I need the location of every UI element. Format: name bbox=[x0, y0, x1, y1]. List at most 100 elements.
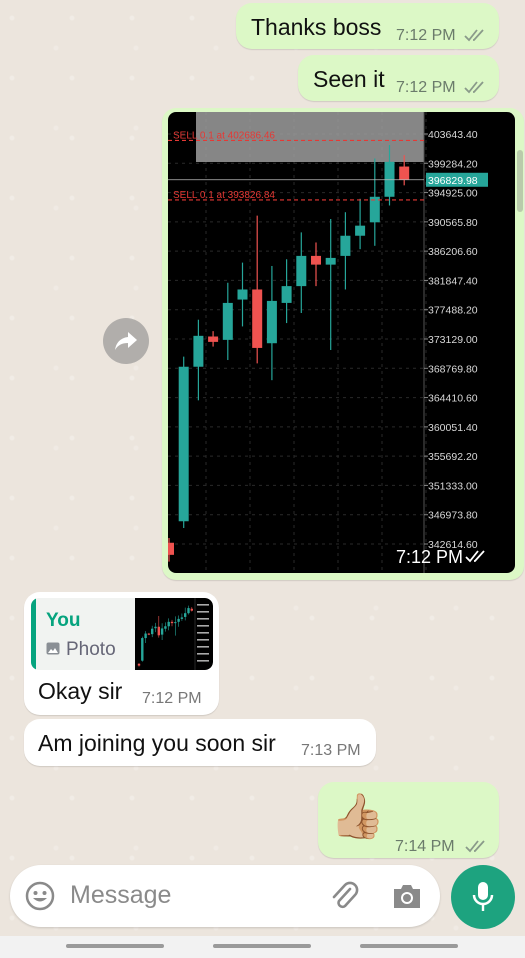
read-receipt-icon bbox=[464, 81, 484, 94]
forward-icon bbox=[115, 332, 137, 350]
thumb-candle bbox=[160, 628, 164, 635]
tick-label: 360051.40 bbox=[428, 422, 478, 434]
thumb-candle bbox=[190, 608, 193, 611]
thumb-candle bbox=[164, 626, 167, 629]
quote-thumbnail bbox=[135, 598, 213, 670]
scrollbar[interactable] bbox=[517, 150, 523, 212]
thumb-candle bbox=[137, 663, 141, 666]
tick-label: 394925.00 bbox=[428, 188, 478, 200]
candle-body bbox=[222, 302, 233, 340]
message-bubble-outgoing[interactable]: 👍🏼 7:14 PM bbox=[318, 782, 499, 858]
tick-label: 386206.60 bbox=[428, 246, 478, 258]
thumb-candle bbox=[170, 621, 174, 624]
message-bubble-outgoing[interactable]: Thanks boss 7:12 PM bbox=[236, 3, 499, 49]
candle-body bbox=[369, 196, 380, 223]
thumb-tick bbox=[197, 653, 209, 655]
message-bubble-outgoing[interactable]: Seen it 7:12 PM bbox=[298, 55, 499, 101]
thumb-candle bbox=[144, 633, 147, 639]
candle-body bbox=[340, 235, 351, 256]
candle-body bbox=[266, 300, 277, 344]
photo-icon bbox=[46, 642, 60, 655]
thumb-candle bbox=[187, 608, 190, 614]
candle-body bbox=[355, 225, 366, 236]
thumb-tick bbox=[197, 646, 209, 648]
quote-accent-bar bbox=[31, 598, 36, 670]
message-bubble-incoming[interactable]: Am joining you soon sir 7:13 PM bbox=[24, 719, 376, 766]
message-time: 7:12 PM bbox=[142, 690, 202, 707]
thumb-candle bbox=[167, 621, 170, 627]
message-time: 7:13 PM bbox=[301, 742, 361, 759]
voice-message-button[interactable] bbox=[451, 865, 515, 929]
candle-body bbox=[281, 286, 292, 303]
thumb-tick bbox=[197, 639, 209, 641]
quote-author: You bbox=[46, 610, 81, 631]
thumb-tick bbox=[197, 604, 209, 606]
candle-body bbox=[311, 255, 321, 265]
thumbs-up-emoji: 👍🏼 bbox=[330, 791, 385, 842]
candlestick-chart: SELL 0.1 at 402686.46 SELL 0.1 at 393826.… bbox=[168, 112, 488, 573]
current-price-label: 396829.98 bbox=[428, 175, 478, 187]
thumb-candle bbox=[157, 626, 160, 636]
emoji-icon[interactable] bbox=[24, 880, 56, 912]
message-time: 7:12 PM bbox=[396, 79, 456, 96]
thumb-candle bbox=[180, 617, 184, 619]
thumb-tick bbox=[197, 611, 209, 613]
nav-pill[interactable] bbox=[213, 944, 311, 948]
tick-label: 355692.20 bbox=[428, 451, 478, 463]
tick-label: 351333.00 bbox=[428, 480, 478, 492]
thumb-candle bbox=[184, 613, 187, 617]
chart-image[interactable]: SELL 0.1 at 402686.46 SELL 0.1 at 393826.… bbox=[168, 112, 515, 573]
nav-pill[interactable] bbox=[360, 944, 458, 948]
tick-label: 364410.60 bbox=[428, 393, 478, 405]
forward-button[interactable] bbox=[103, 318, 149, 364]
candle-body bbox=[296, 255, 307, 287]
microphone-icon bbox=[472, 882, 494, 911]
camera-icon[interactable] bbox=[391, 882, 423, 910]
thumb-candle bbox=[141, 638, 144, 661]
candle-body bbox=[399, 166, 410, 180]
tick-label: 346973.80 bbox=[428, 510, 478, 522]
candle-body bbox=[178, 366, 189, 522]
nav-pill[interactable] bbox=[66, 944, 164, 948]
candle-body bbox=[252, 289, 263, 348]
system-navigation-bar bbox=[0, 936, 525, 958]
order-label: SELL 0.1 at 393826.84 bbox=[173, 190, 275, 201]
tick-label: 368769.80 bbox=[428, 363, 478, 375]
message-input[interactable]: Message bbox=[70, 881, 171, 910]
order-label: SELL 0.1 at 402686.46 bbox=[173, 130, 275, 141]
message-text: Am joining you soon sir bbox=[38, 730, 276, 756]
thumb-candle bbox=[177, 618, 180, 622]
quoted-message[interactable]: You Photo bbox=[31, 598, 213, 670]
thumb-tick bbox=[197, 625, 209, 627]
candle-body bbox=[193, 335, 204, 367]
message-composer[interactable]: Message bbox=[10, 865, 440, 927]
message-text: Okay sir bbox=[38, 678, 123, 704]
chart-thumbnail bbox=[137, 598, 209, 670]
candle-body bbox=[384, 161, 395, 197]
tick-label: 399284.20 bbox=[428, 158, 478, 170]
candle-body bbox=[168, 542, 174, 555]
thumb-tick bbox=[197, 632, 209, 634]
message-text: Seen it bbox=[313, 66, 385, 92]
read-receipt-icon bbox=[465, 550, 485, 563]
thumb-candle bbox=[154, 626, 157, 629]
read-receipt-icon bbox=[464, 29, 484, 42]
message-text: Thanks boss bbox=[251, 14, 382, 40]
attach-icon[interactable] bbox=[328, 879, 360, 913]
candle-body bbox=[237, 289, 248, 300]
candle-body bbox=[325, 257, 336, 265]
tick-label: 377488.20 bbox=[428, 305, 478, 317]
message-time: 7:12 PM bbox=[396, 27, 456, 44]
thumb-candle bbox=[174, 622, 177, 624]
thumb-tick bbox=[197, 660, 209, 662]
quote-type: Photo bbox=[66, 639, 116, 660]
message-time: 7:14 PM bbox=[395, 838, 455, 855]
message-time: 7:12 PM bbox=[396, 547, 464, 567]
read-receipt-icon bbox=[465, 840, 485, 853]
tick-label: 390565.80 bbox=[428, 217, 478, 229]
tick-label: 381847.40 bbox=[428, 275, 478, 287]
thumb-tick bbox=[197, 618, 209, 620]
tick-label: 373129.00 bbox=[428, 334, 478, 346]
candle-body bbox=[208, 336, 219, 342]
thumb-candle bbox=[151, 628, 154, 635]
